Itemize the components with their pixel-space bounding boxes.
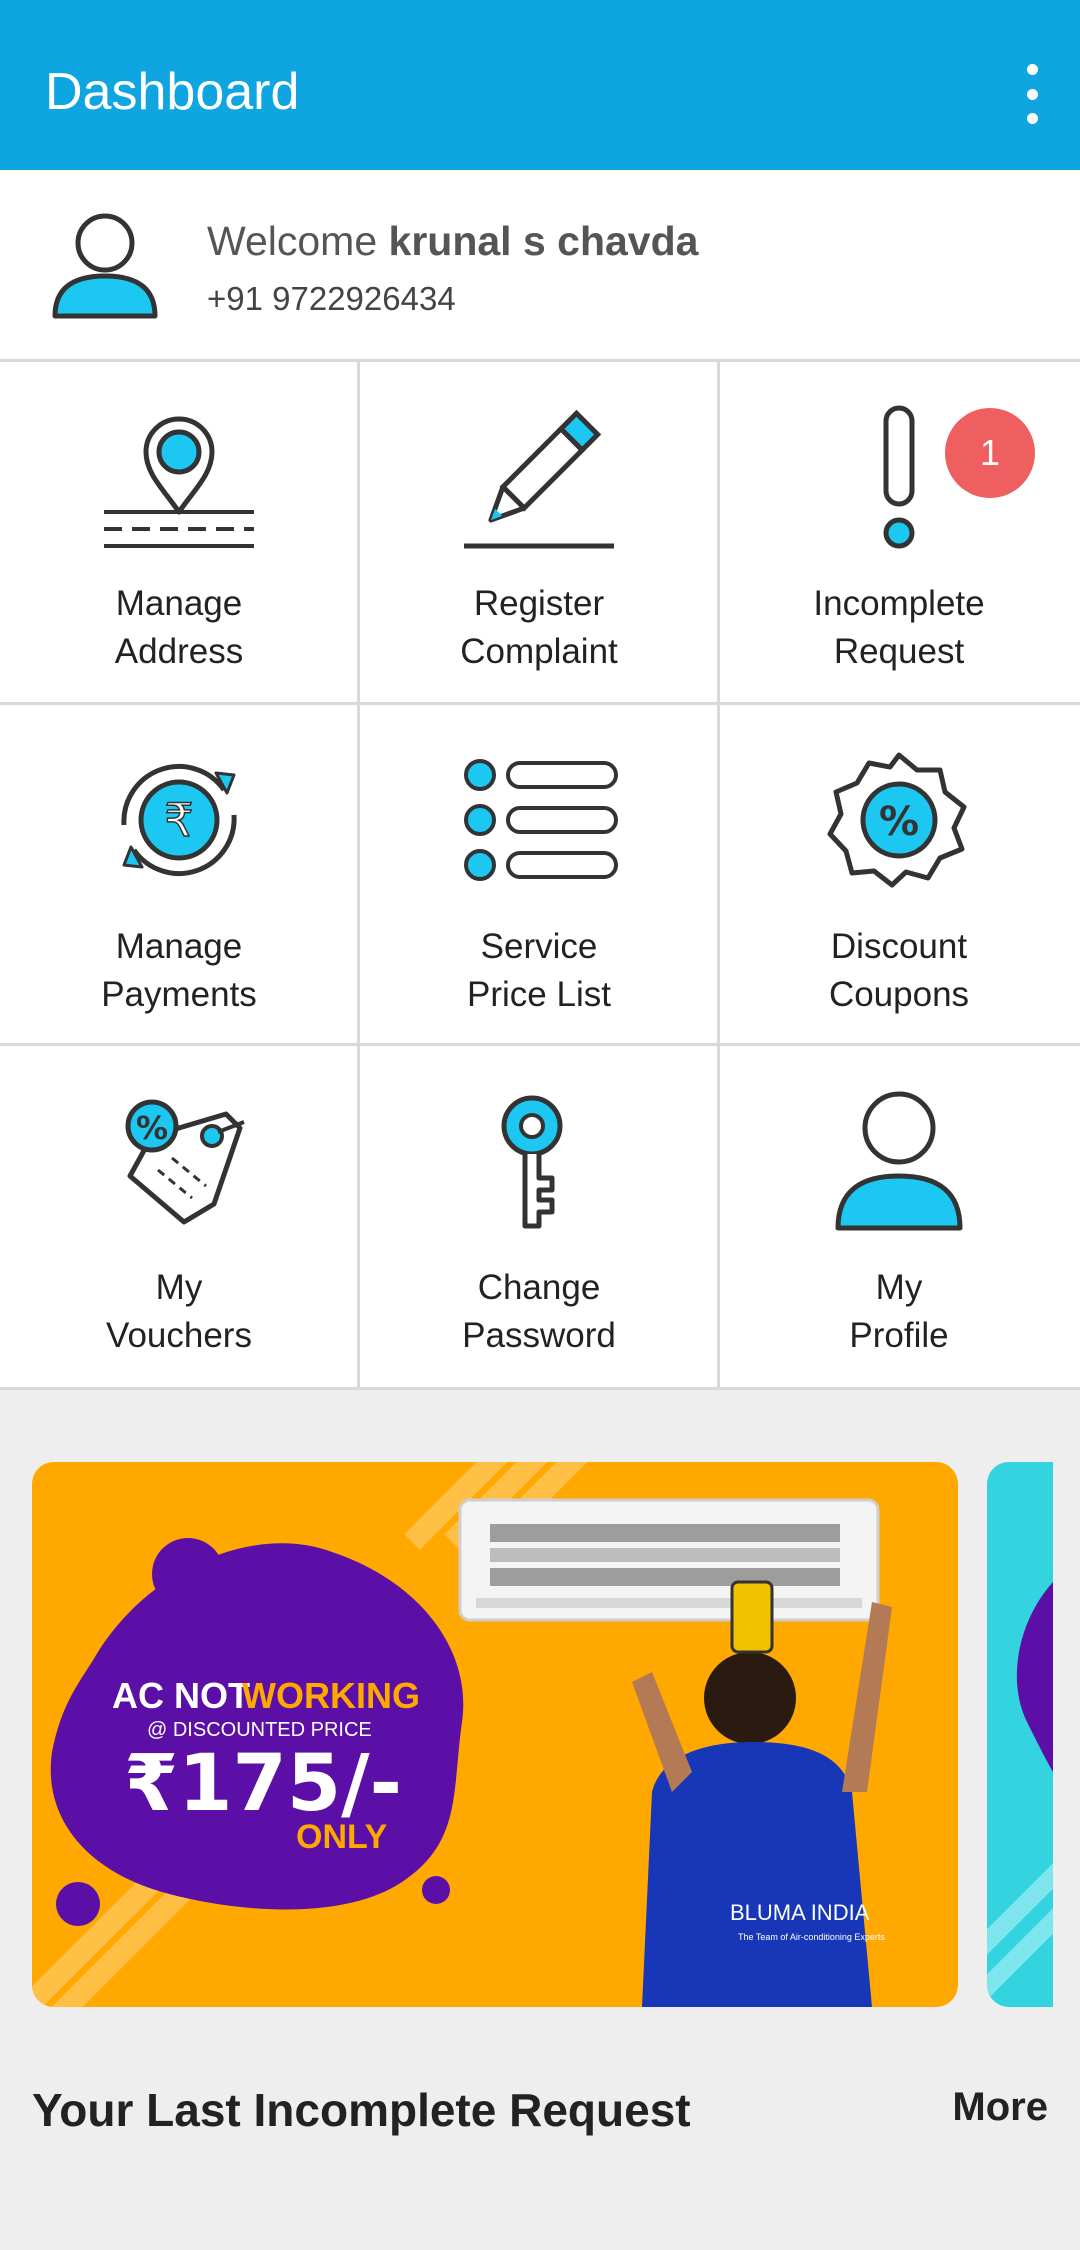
promo-banner-next[interactable] <box>987 1462 1053 2007</box>
tile-label: Manage Payments <box>101 927 257 1014</box>
tile-label: My Vouchers <box>106 1268 252 1355</box>
tile-service-price-list[interactable]: Service Price List <box>360 705 718 1045</box>
tile-manage-address[interactable]: Manage Address <box>0 362 358 702</box>
tile-label: Service Price List <box>467 927 611 1014</box>
tile-label: Manage Address <box>114 584 244 671</box>
svg-text:The Team of Air-conditioning E: The Team of Air-conditioning Experts <box>738 1932 885 1942</box>
tile-change-password[interactable]: Change Password <box>360 1046 718 1386</box>
dashboard-grid: Manage Address Register Complaint Incomp… <box>0 362 1080 1390</box>
tile-label: Change Password <box>462 1268 616 1355</box>
tile-register-complaint[interactable]: Register Complaint <box>360 362 718 702</box>
profile-icon <box>835 1091 963 1231</box>
svg-text:AC NOT: AC NOT <box>112 1675 250 1716</box>
app-bar: Dashboard <box>0 0 1080 170</box>
rupee-cycle-icon: ₹ <box>121 763 237 877</box>
tile-incomplete-request[interactable]: Incomplete Request <box>720 362 1078 702</box>
tile-discount-coupons[interactable]: % Discount Coupons <box>720 705 1078 1045</box>
svg-text:ONLY: ONLY <box>296 1818 388 1856</box>
svg-text:WORKING: WORKING <box>242 1675 420 1716</box>
svg-text:@ DISCOUNTED PRICE: @ DISCOUNTED PRICE <box>147 1719 372 1741</box>
list-icon <box>464 759 618 881</box>
tile-my-profile[interactable]: My Profile <box>720 1046 1078 1386</box>
pencil-icon <box>464 409 614 549</box>
promo-banner-art: AC NOT WORKING @ DISCOUNTED PRICE ₹175/-… <box>32 1462 892 2007</box>
tile-label: Incomplete Request <box>813 584 985 671</box>
svg-text:BLUMA INDIA: BLUMA INDIA <box>730 1900 870 1925</box>
more-link[interactable]: More <box>952 2085 1048 2130</box>
page-title: Dashboard <box>45 63 300 121</box>
svg-text:₹175/-: ₹175/- <box>124 1739 402 1829</box>
key-icon <box>501 1095 563 1229</box>
svg-text:₹: ₹ <box>164 793 193 847</box>
svg-text:%: % <box>136 1109 168 1147</box>
location-pin-icon <box>104 416 254 548</box>
avatar-icon <box>52 213 158 319</box>
tile-manage-payments[interactable]: ₹ Manage Payments <box>0 705 358 1045</box>
promo-banner[interactable]: AC NOT WORKING @ DISCOUNTED PRICE ₹175/-… <box>32 1462 958 2007</box>
welcome-text: Welcome krunal s chavda <box>207 218 699 264</box>
tile-label: Register Complaint <box>460 584 618 671</box>
svg-text:%: % <box>879 799 919 845</box>
voucher-tag-icon: % <box>125 1099 245 1225</box>
overflow-menu-icon[interactable] <box>1012 64 1052 124</box>
tile-label: My Profile <box>849 1268 949 1355</box>
user-phone: +91 9722926434 <box>207 280 456 317</box>
promo-banner-next-art <box>987 1582 1053 2000</box>
tile-my-vouchers[interactable]: % My Vouchers <box>0 1046 358 1386</box>
percent-badge-icon: % <box>827 752 967 888</box>
welcome-card: Welcome krunal s chavda +91 9722926434 <box>0 170 1080 362</box>
section-title-last-incomplete: Your Last Incomplete Request <box>32 2084 691 2136</box>
tile-label: Discount Coupons <box>828 927 970 1014</box>
incomplete-request-badge: 1 <box>945 408 1035 498</box>
user-name: krunal s chavda <box>388 218 699 264</box>
